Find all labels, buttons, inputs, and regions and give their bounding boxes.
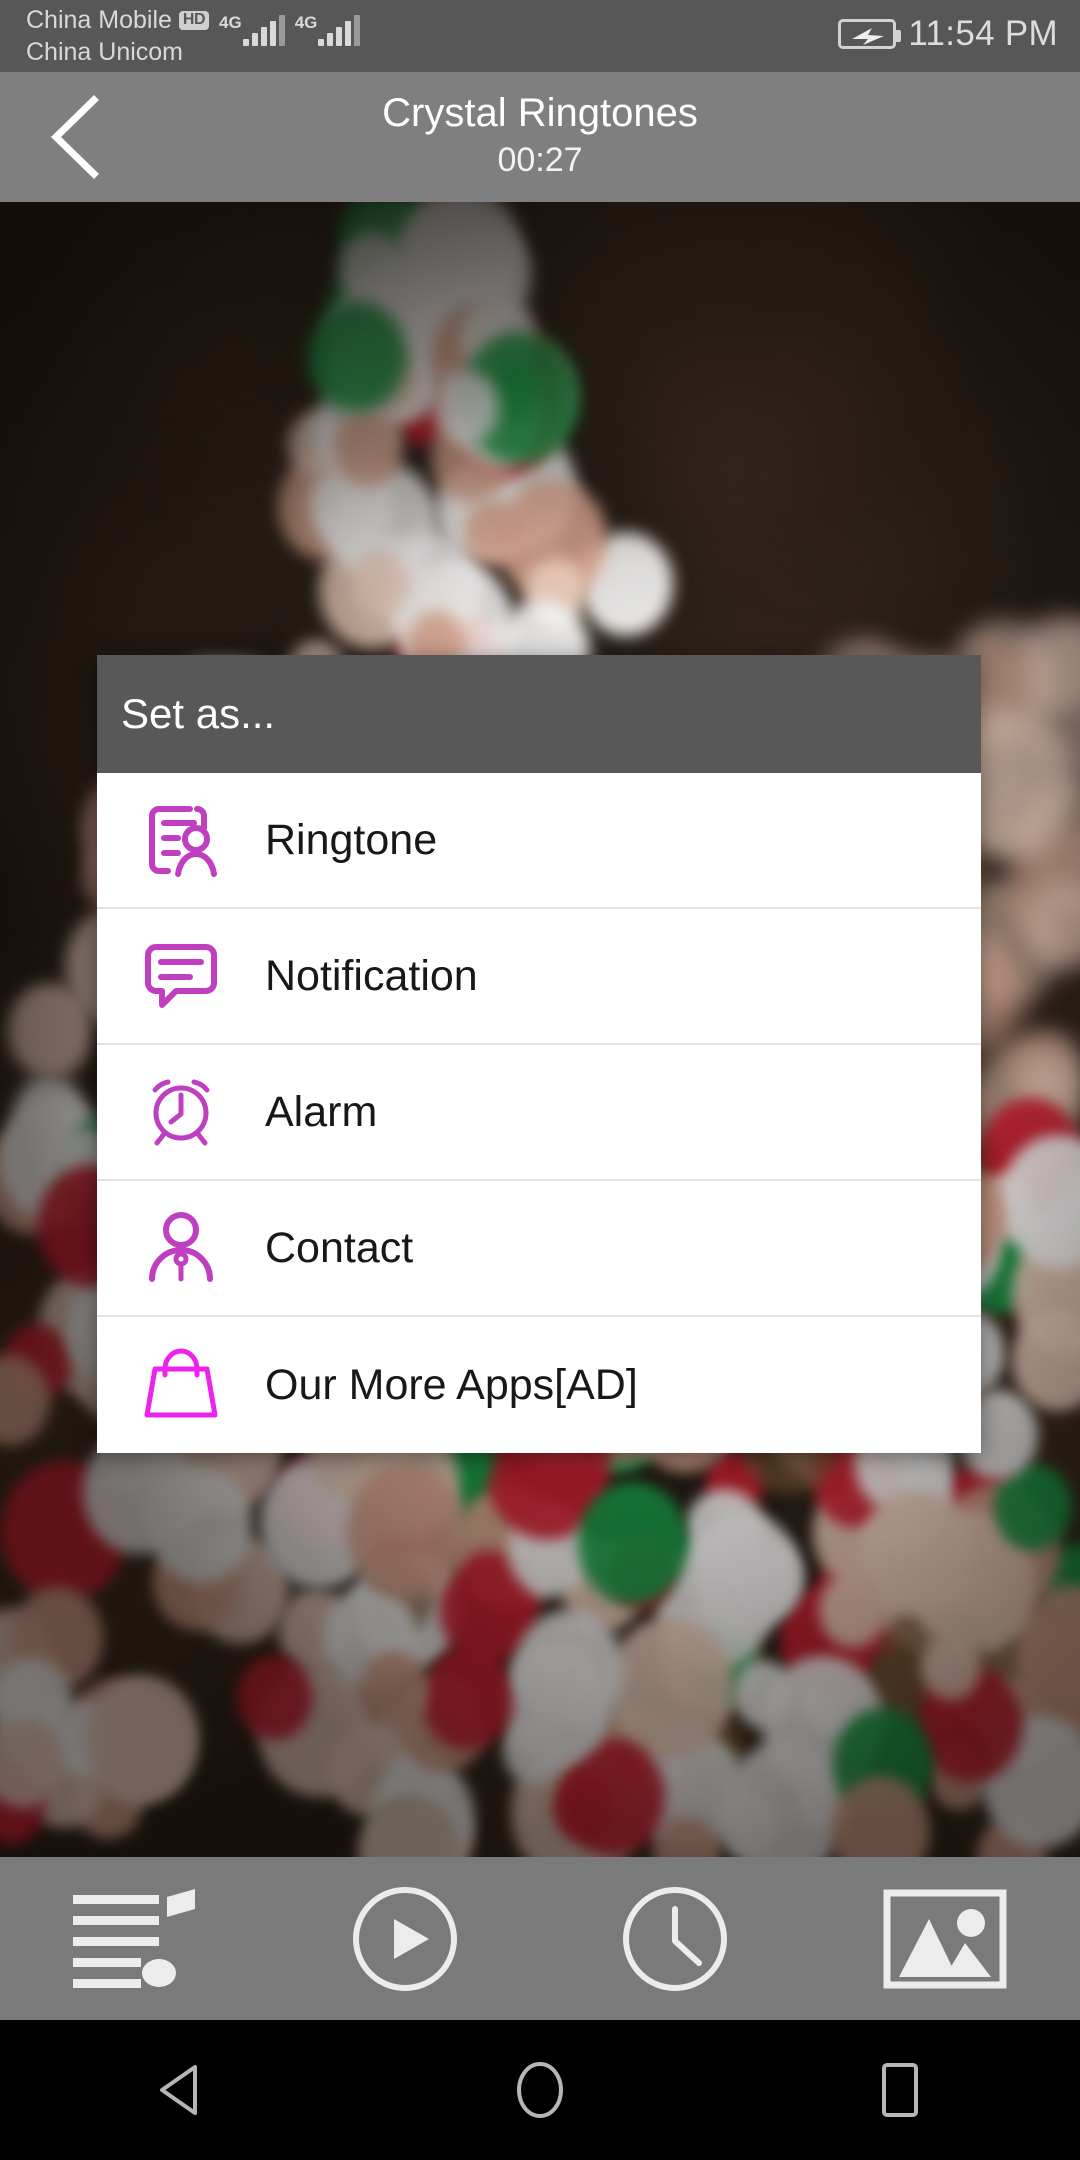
- playlist-music-icon: [73, 1888, 195, 1988]
- network-type-label-1: 4G: [219, 12, 242, 32]
- app-title-bar: Crystal Ringtones 00:27: [0, 72, 1080, 202]
- android-navigation-bar: [0, 2020, 1080, 2160]
- toolbar-play-button[interactable]: [270, 1857, 540, 2020]
- dialog-option-alarm[interactable]: Alarm: [97, 1045, 981, 1181]
- player-toolbar: [0, 1857, 1080, 2020]
- carrier-name-secondary: China Unicom: [26, 37, 184, 66]
- square-recents-icon: [882, 2063, 918, 2117]
- dialog-header: Set as...: [97, 655, 981, 773]
- carrier-name-primary: China Mobile: [26, 5, 172, 34]
- nav-home-button[interactable]: [465, 2020, 615, 2160]
- triangle-back-icon: [160, 2065, 197, 2115]
- battery-charging-icon: [838, 19, 902, 49]
- dialog-option-contact[interactable]: Contact: [97, 1181, 981, 1317]
- circle-home-icon: [517, 2062, 563, 2118]
- carrier-info: China Mobile HD 4G 4G China Unicom: [26, 4, 361, 68]
- status-bar-right: 11:54 PM: [838, 14, 1058, 54]
- toolbar-gallery-button[interactable]: [810, 1857, 1080, 2020]
- dialog-option-label: Ringtone: [265, 815, 438, 864]
- signal-bars-2: [318, 15, 361, 46]
- clock-icon: [623, 1886, 727, 1991]
- speech-bubble-icon: [97, 937, 265, 1015]
- signal-indicator-1: 4G: [219, 6, 285, 46]
- dialog-option-notification[interactable]: Notification: [97, 909, 981, 1045]
- alarm-clock-icon: [97, 1073, 265, 1151]
- dialog-option-label: Notification: [265, 951, 478, 1000]
- status-bar-clock: 11:54 PM: [908, 14, 1058, 53]
- carrier-row-primary: China Mobile HD 4G 4G: [26, 4, 361, 46]
- title-block: Crystal Ringtones 00:27: [0, 72, 1080, 202]
- toolbar-playlist-button[interactable]: [0, 1857, 270, 2020]
- dialog-option-list: Ringtone Notification Alarm Contact Our …: [97, 773, 981, 1453]
- app-screen: China Mobile HD 4G 4G China Unicom 11:54…: [0, 0, 1080, 2160]
- dialog-title: Set as...: [121, 690, 276, 737]
- person-icon: [97, 1209, 265, 1287]
- image-gallery-icon: [883, 1889, 1007, 1988]
- shopping-bag-icon: [97, 1343, 265, 1427]
- play-circle-icon: [353, 1886, 457, 1991]
- dialog-option-ringtone[interactable]: Ringtone: [97, 773, 981, 909]
- status-bar: China Mobile HD 4G 4G China Unicom 11:54…: [0, 0, 1080, 72]
- dialog-option-more-apps[interactable]: Our More Apps[AD]: [97, 1317, 981, 1453]
- nav-recents-button[interactable]: [825, 2020, 975, 2160]
- signal-bars-1: [242, 15, 285, 46]
- hd-badge: HD: [178, 10, 210, 30]
- dialog-option-label: Contact: [265, 1223, 414, 1272]
- dialog-option-label: Our More Apps[AD]: [265, 1360, 638, 1409]
- charging-bolt-glyph: [852, 28, 885, 45]
- dialog-option-label: Alarm: [265, 1087, 378, 1136]
- network-type-label-2: 4G: [294, 12, 318, 32]
- contact-card-icon: [97, 801, 265, 879]
- signal-indicator-2: 4G: [295, 6, 361, 46]
- set-as-dialog: Set as... Ringtone Notification Alarm Co…: [97, 655, 981, 1453]
- playback-time: 00:27: [497, 141, 583, 180]
- nav-back-button[interactable]: [105, 2020, 255, 2160]
- page-title: Crystal Ringtones: [382, 91, 698, 136]
- toolbar-recent-button[interactable]: [540, 1857, 810, 2020]
